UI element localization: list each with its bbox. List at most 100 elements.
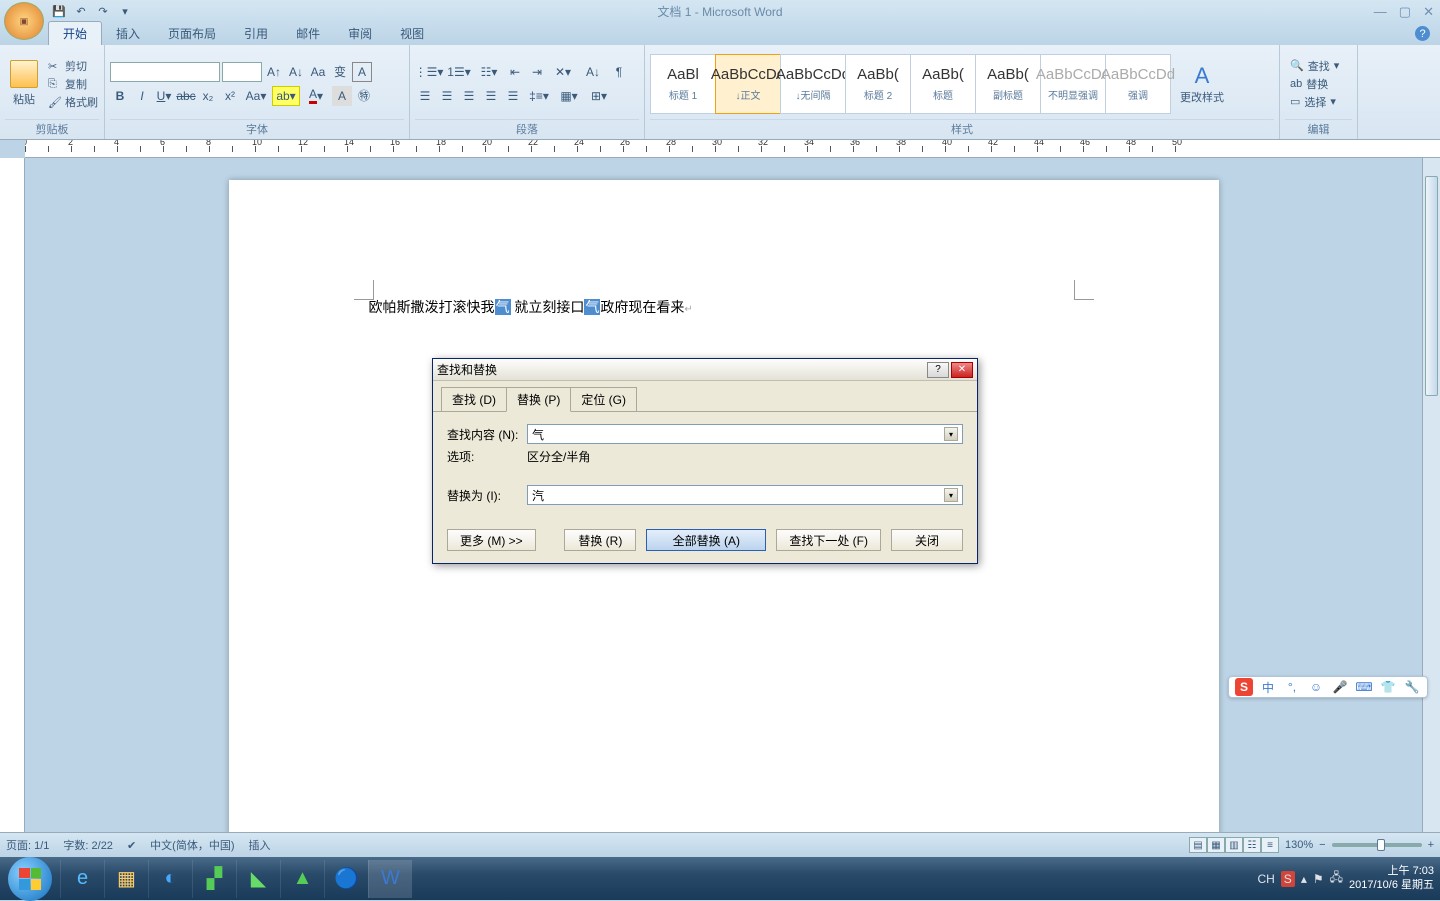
zoom-slider[interactable] [1332,843,1422,847]
dropdown-icon[interactable]: ▾ [944,427,958,441]
style-item[interactable]: AaBb(标题 [910,54,976,114]
print-layout-view[interactable]: ▤ [1189,837,1207,853]
style-item[interactable]: AaBb(标题 2 [845,54,911,114]
ime-keyboard-icon[interactable]: ⌨ [1355,678,1373,696]
zoom-in-button[interactable]: + [1428,839,1434,851]
ime-toolbar[interactable]: S 中 °, ☺ 🎤 ⌨ 👕 🔧 [1228,676,1428,698]
tab-insert[interactable]: 插入 [102,22,154,45]
more-button[interactable]: 更多 (M) >> [447,529,536,551]
borders-button[interactable]: ⊞▾ [585,86,613,106]
styles-gallery[interactable]: AaBl标题 1AaBbCcDd↓正文AaBbCcDd↓无间隔AaBb(标题 2… [650,54,1170,114]
dialog-titlebar[interactable]: 查找和替换 ? ✕ [433,359,977,381]
increase-indent-button[interactable]: ⇥ [527,62,547,82]
style-item[interactable]: AaBb(副标题 [975,54,1041,114]
style-item[interactable]: AaBbCcDd↓无间隔 [780,54,846,114]
taskbar-app3-icon[interactable]: ▲ [280,860,324,898]
text-effects-button[interactable]: Aa▾ [242,86,270,106]
copy-button[interactable]: ⎘复制 [48,76,98,92]
taskbar-sogou-icon[interactable]: ◐ [148,860,192,898]
font-name-combo[interactable] [110,62,220,82]
highlight-button[interactable]: ab▾ [272,86,300,106]
ime-cn-label[interactable]: 中 [1259,678,1277,696]
fullscreen-view[interactable]: ▦ [1207,837,1225,853]
tray-sogou-icon[interactable]: S [1281,871,1295,887]
change-styles-button[interactable]: A 更改样式 [1178,54,1226,114]
replace-one-button[interactable]: 替换 (R) [564,529,636,551]
dialog-tab-find[interactable]: 查找 (D) [441,387,507,412]
style-item[interactable]: AaBbCcDd↓正文 [715,54,781,114]
status-mode[interactable]: 插入 [248,837,270,853]
sort-button[interactable]: A↓ [579,62,607,82]
enclose-char-button[interactable]: ㊕ [354,86,374,106]
taskbar-ie-icon[interactable]: e [60,860,104,898]
subscript-button[interactable]: x₂ [198,86,218,106]
line-spacing-button[interactable]: ‡≡▾ [525,86,553,106]
bullets-button[interactable]: ⋮☰▾ [415,62,443,82]
font-color-button[interactable]: A▾ [302,86,330,106]
status-page[interactable]: 页面: 1/1 [6,837,49,853]
ime-punct-icon[interactable]: °, [1283,678,1301,696]
align-left-button[interactable]: ☰ [415,86,435,106]
ime-mic-icon[interactable]: 🎤 [1331,678,1349,696]
status-language[interactable]: 中文(简体，中国) [150,837,234,853]
tray-ch-label[interactable]: CH [1257,872,1274,886]
numbering-button[interactable]: 1☰▾ [445,62,473,82]
asian-layout-button[interactable]: ✕▾ [549,62,577,82]
dropdown-icon[interactable]: ▾ [944,488,958,502]
tray-up-icon[interactable]: ▴ [1301,872,1307,886]
find-content-input[interactable]: 气▾ [527,424,963,444]
outline-view[interactable]: ☷ [1243,837,1261,853]
show-marks-button[interactable]: ¶ [609,62,629,82]
clock[interactable]: 上午 7:03 2017/10/6 星期五 [1349,865,1434,891]
format-painter-button[interactable]: 🖌格式刷 [48,94,98,110]
shading-button[interactable]: ▦▾ [555,86,583,106]
char-shading-button[interactable]: A [332,86,352,106]
align-center-button[interactable]: ☰ [437,86,457,106]
undo-icon[interactable]: ↶ [72,3,90,21]
strike-button[interactable]: abc [176,86,196,106]
web-view[interactable]: ▥ [1225,837,1243,853]
cut-button[interactable]: ✂剪切 [48,58,98,74]
tab-references[interactable]: 引用 [230,22,282,45]
taskbar-word-icon[interactable]: W [368,860,412,898]
taskbar-app-icon[interactable]: ▞ [192,860,236,898]
zoom-thumb[interactable] [1377,839,1385,851]
taskbar-360-icon[interactable]: 🔵 [324,860,368,898]
tab-home[interactable]: 开始 [48,21,102,45]
tab-layout[interactable]: 页面布局 [154,22,230,45]
grow-font-button[interactable]: A↑ [264,62,284,82]
start-button[interactable] [8,857,52,901]
dialog-tab-goto[interactable]: 定位 (G) [570,387,637,412]
italic-button[interactable]: I [132,86,152,106]
replace-with-input[interactable]: 汽▾ [527,485,963,505]
qat-more-icon[interactable]: ▾ [116,3,134,21]
ime-skin-icon[interactable]: 👕 [1379,678,1397,696]
office-button[interactable]: ▣ [4,2,44,40]
scroll-thumb[interactable] [1425,176,1438,396]
find-next-button[interactable]: 查找下一处 (F) [776,529,881,551]
paste-button[interactable]: 粘贴 [5,60,43,107]
style-item[interactable]: AaBl标题 1 [650,54,716,114]
dialog-tab-replace[interactable]: 替换 (P) [506,387,571,412]
tray-net-icon[interactable]: 🖧 [1330,868,1343,889]
clear-format-button[interactable]: Aa [308,62,328,82]
maximize-button[interactable]: ▢ [1399,4,1411,20]
dialog-close-button[interactable]: ✕ [951,362,973,378]
align-right-button[interactable]: ☰ [459,86,479,106]
minimize-button[interactable]: — [1374,4,1387,20]
zoom-level[interactable]: 130% [1285,839,1313,851]
font-size-combo[interactable] [222,62,262,82]
char-border-button[interactable]: A [352,62,372,82]
dialog-help-button[interactable]: ? [927,362,949,378]
sogou-icon[interactable]: S [1235,678,1253,696]
help-icon[interactable]: ? [1415,26,1430,41]
decrease-indent-button[interactable]: ⇤ [505,62,525,82]
zoom-out-button[interactable]: − [1319,839,1325,851]
taskbar-app2-icon[interactable]: ◣ [236,860,280,898]
vertical-scrollbar[interactable] [1422,158,1440,875]
redo-icon[interactable]: ↷ [94,3,112,21]
replace-button[interactable]: ab替换 [1290,76,1339,92]
vertical-ruler[interactable] [0,158,25,875]
ime-face-icon[interactable]: ☺ [1307,678,1325,696]
draft-view[interactable]: ≡ [1261,837,1279,853]
